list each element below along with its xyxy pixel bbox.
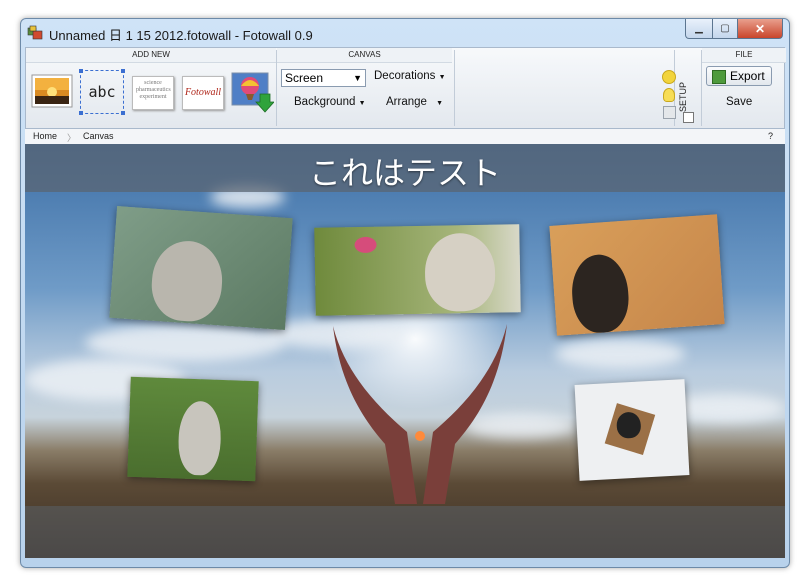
breadcrumb-separator: 〉: [67, 133, 77, 143]
cat-figure: [424, 232, 496, 312]
chevron-down-icon: ▼: [438, 74, 446, 81]
photo-cat-1[interactable]: [109, 205, 293, 331]
export-icon: [712, 70, 726, 84]
cat-figure: [569, 252, 631, 335]
setup-checkbox[interactable]: [683, 112, 694, 123]
check-icon[interactable]: [663, 106, 676, 119]
title-bar[interactable]: Unnamed 日 1 15 2012.fotowall - Fotowall …: [21, 19, 789, 47]
photo-cat-5[interactable]: [574, 379, 690, 481]
arrange-label: Arrange: [386, 96, 427, 108]
export-label: Export: [730, 69, 765, 83]
lightbulb-icon[interactable]: [663, 88, 675, 102]
chevron-down-icon: ▼: [358, 100, 366, 107]
screen-mode-value: Screen: [285, 71, 324, 85]
balloon-download-icon: [231, 72, 275, 113]
selection-handle: [79, 69, 83, 73]
chevron-down-icon: ▼: [353, 73, 362, 83]
wordcloud-icon: science pharmaceutics experiment: [132, 76, 174, 110]
cloud-decoration: [85, 324, 285, 362]
decorations-label: Decorations: [374, 70, 436, 82]
minimize-button[interactable]: ▁: [685, 19, 713, 39]
maximize-button[interactable]: ▢: [713, 19, 738, 39]
fotowall-logo-icon: Fotowall: [182, 76, 224, 110]
export-button[interactable]: Export: [706, 66, 772, 86]
save-button[interactable]: Save: [726, 96, 752, 108]
selection-handle: [79, 111, 83, 115]
cloud-decoration: [555, 339, 685, 369]
add-fotowall-button[interactable]: Fotowall: [180, 70, 224, 114]
add-text-button[interactable]: abc: [79, 69, 125, 115]
breadcrumb-home[interactable]: Home: [33, 131, 57, 141]
help-button[interactable]: ?: [768, 131, 773, 141]
group-header-add-new: ADD NEW: [26, 48, 276, 63]
group-header-file: FILE: [702, 48, 786, 63]
canvas-title-text[interactable]: これはテスト: [25, 148, 785, 194]
setup-label[interactable]: SETUP: [678, 82, 688, 112]
close-button[interactable]: ✕: [738, 19, 783, 39]
fotowall-app-icon: [27, 25, 43, 41]
breadcrumb: Home 〉 Canvas ?: [25, 129, 785, 145]
text-tool-label: abc: [88, 83, 116, 101]
add-picture-button[interactable]: [30, 70, 74, 114]
fotowall-logo-label: Fotowall: [184, 87, 222, 98]
breadcrumb-current[interactable]: Canvas: [83, 131, 114, 141]
download-picture-button[interactable]: [230, 70, 275, 114]
window-controls: ▁ ▢ ✕: [685, 19, 783, 39]
group-separator: [701, 50, 702, 126]
decorations-button[interactable]: Decorations ▼: [374, 70, 446, 82]
cat-figure: [177, 400, 222, 476]
group-separator: [454, 50, 455, 126]
canvas-area[interactable]: これはテスト: [25, 144, 785, 558]
window-title: Unnamed 日 1 15 2012.fotowall - Fotowall …: [49, 28, 313, 43]
flower-decoration: [354, 236, 377, 254]
group-separator: [276, 50, 277, 126]
selection-handle: [121, 111, 125, 115]
raised-hands-image: [333, 324, 507, 504]
photo-cat-3[interactable]: [549, 214, 725, 336]
app-window: Unnamed 日 1 15 2012.fotowall - Fotowall …: [20, 18, 790, 568]
cat-figure: [616, 411, 642, 439]
background-label: Background: [294, 96, 356, 108]
screen-mode-select[interactable]: Screen ▼: [281, 69, 366, 87]
chevron-down-icon: ▼: [436, 100, 444, 107]
sunset-picture-icon: [31, 74, 73, 108]
smiley-icon[interactable]: [662, 70, 676, 84]
group-header-canvas: CANVAS: [277, 48, 452, 63]
ribbon: ADD NEW CANVAS FILE abc science pharmace…: [25, 47, 786, 129]
photo-cat-2[interactable]: [314, 224, 521, 316]
cat-figure: [149, 238, 225, 324]
add-wordcloud-button[interactable]: science pharmaceutics experiment: [130, 70, 174, 114]
bottom-band: [25, 506, 785, 558]
photo-cat-4[interactable]: [127, 376, 259, 482]
background-button[interactable]: Background ▼: [294, 96, 366, 108]
arrange-button[interactable]: Arrange ▼: [386, 96, 443, 108]
selection-handle: [121, 69, 125, 73]
wordcloud-icon-label: science pharmaceutics experiment: [136, 80, 171, 100]
